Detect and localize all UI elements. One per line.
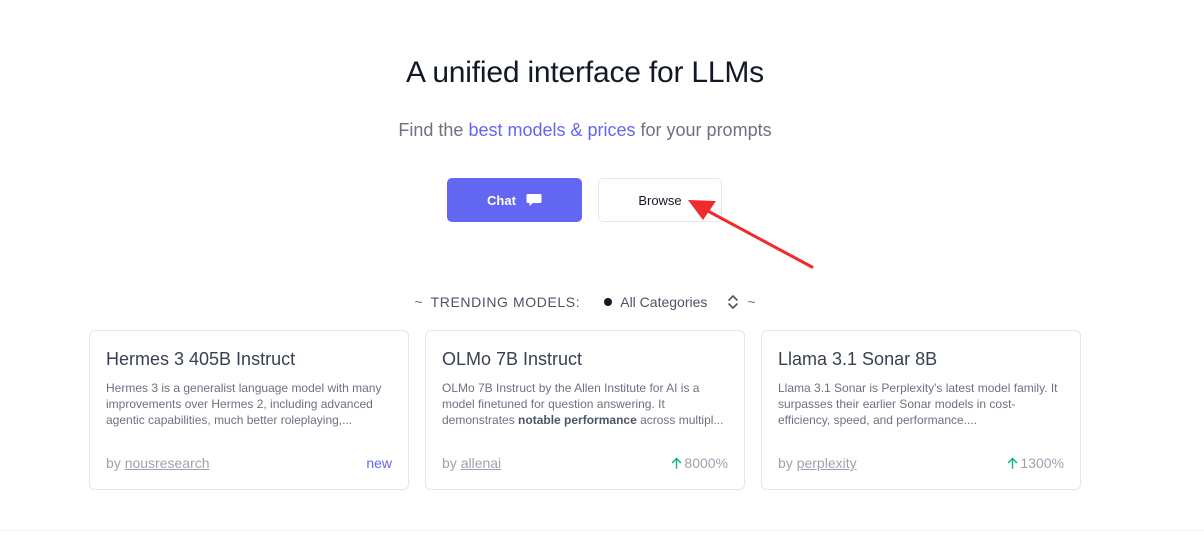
growth-value: 1300%	[1020, 455, 1064, 471]
growth-badge: 1300%	[1007, 455, 1064, 471]
model-card-hermes[interactable]: Hermes 3 405B Instruct Hermes 3 is a gen…	[89, 330, 409, 490]
card-footer: by nousresearch new	[106, 455, 392, 471]
hero-title: A unified interface for LLMs	[406, 56, 764, 89]
chat-bubble-icon	[526, 194, 542, 206]
chat-button-label: Chat	[487, 192, 516, 208]
author-link[interactable]: allenai	[461, 455, 501, 471]
model-description: OLMo 7B Instruct by the Allen Institute …	[442, 380, 728, 428]
category-select[interactable]: All Categories	[604, 294, 739, 310]
growth-badge: 8000%	[671, 455, 728, 471]
card-footer: by perplexity 1300%	[778, 455, 1064, 471]
model-description: Hermes 3 is a generalist language model …	[106, 381, 382, 427]
cta-row: Chat Browse	[447, 178, 722, 222]
category-dot-icon	[604, 298, 613, 306]
description-bold: notable performance	[518, 413, 637, 427]
new-badge: new	[366, 455, 392, 471]
hero-subtitle: Find the best models & prices for your p…	[0, 120, 1170, 141]
browse-button-label: Browse	[638, 192, 682, 208]
best-models-link[interactable]: best models & prices	[468, 120, 635, 140]
model-description: Llama 3.1 Sonar is Perplexity's latest m…	[778, 381, 1058, 427]
model-cards: Hermes 3 405B Instruct Hermes 3 is a gen…	[89, 330, 1081, 490]
by-label: by	[778, 455, 797, 471]
arrow-up-icon	[1008, 457, 1018, 469]
tilde-left: ~	[414, 294, 423, 310]
author-link[interactable]: nousresearch	[125, 455, 210, 471]
category-value: All Categories	[620, 294, 708, 310]
arrow-up-icon	[672, 457, 682, 469]
chat-button[interactable]: Chat	[447, 178, 582, 222]
model-title[interactable]: Llama 3.1 Sonar 8B	[778, 349, 1064, 370]
model-card-olmo[interactable]: OLMo 7B Instruct OLMo 7B Instruct by the…	[425, 330, 745, 490]
trending-label: TRENDING MODELS:	[430, 294, 581, 310]
page: A unified interface for LLMs Find the be…	[0, 0, 1204, 544]
subtitle-prefix: Find the	[398, 120, 469, 140]
model-author: by allenai	[442, 455, 501, 471]
growth-value: 8000%	[684, 455, 728, 471]
author-link[interactable]: perplexity	[797, 455, 857, 471]
bottom-divider	[0, 530, 1204, 531]
model-author: by perplexity	[778, 455, 857, 471]
trending-header: ~ TRENDING MODELS: All Categories ~	[0, 294, 1170, 310]
model-title[interactable]: Hermes 3 405B Instruct	[106, 349, 392, 370]
model-author: by nousresearch	[106, 455, 210, 471]
model-card-llama[interactable]: Llama 3.1 Sonar 8B Llama 3.1 Sonar is Pe…	[761, 330, 1081, 490]
tilde-right: ~	[747, 294, 756, 310]
description-text: across multipl...	[636, 413, 724, 427]
by-label: by	[106, 455, 125, 471]
sort-updown-icon	[728, 295, 739, 309]
red-arrow-annotation	[688, 200, 814, 269]
by-label: by	[442, 455, 461, 471]
subtitle-suffix: for your prompts	[635, 120, 772, 140]
model-title[interactable]: OLMo 7B Instruct	[442, 349, 728, 370]
card-footer: by allenai 8000%	[442, 455, 728, 471]
